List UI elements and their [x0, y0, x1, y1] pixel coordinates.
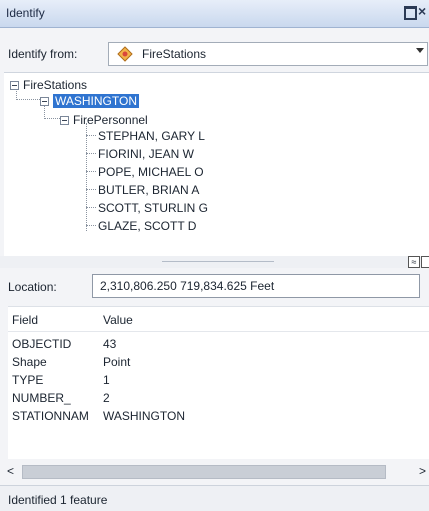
personnel-name: SCOTT, STURLIN G [98, 201, 209, 215]
collapse-panel-icon[interactable]: ≈ [408, 256, 420, 268]
related-table-label: FirePersonnel [73, 113, 148, 127]
layer-icon [117, 46, 133, 62]
identify-from-label: Identify from: [8, 47, 78, 61]
scroll-right-icon[interactable]: > [419, 464, 426, 478]
chevron-down-icon[interactable] [416, 48, 424, 53]
field-name: TYPE [12, 373, 44, 387]
personnel-item[interactable]: FIORINI, JEAN W [98, 147, 194, 161]
table-row[interactable]: STATIONNAM WASHINGTON [8, 407, 429, 425]
scroll-left-icon[interactable]: < [7, 464, 14, 478]
personnel-name: GLAZE, SCOTT D [98, 219, 197, 233]
window-title: Identify [6, 6, 45, 20]
personnel-name: POPE, MICHAEL O [98, 165, 204, 179]
identify-from-row: Identify from: FireStations [0, 40, 429, 68]
field-value: WASHINGTON [103, 409, 186, 423]
splitter[interactable]: ≈ [0, 256, 429, 268]
results-tree: FireStations WASHINGTON FirePersonnel ST… [4, 72, 429, 257]
tree-node-layer[interactable]: FireStations [10, 78, 87, 92]
field-value: 1 [103, 373, 110, 387]
table-row[interactable]: Shape Point [8, 353, 429, 371]
location-field[interactable]: 2,310,806.250 719,834.625 Feet [92, 274, 420, 298]
field-name: OBJECTID [12, 337, 72, 351]
identify-from-value: FireStations [142, 47, 207, 61]
title-bar: Identify × [0, 0, 429, 28]
field-value: 2 [103, 391, 110, 405]
field-name: STATIONNAM [12, 409, 89, 423]
collapse-icon[interactable] [10, 81, 19, 90]
collapse-icon[interactable] [40, 97, 49, 106]
table-row[interactable]: OBJECTID 43 [8, 335, 429, 353]
attribute-grid: Field Value OBJECTID 43 Shape Point TYPE… [8, 306, 429, 459]
panel-edge-icon[interactable] [421, 256, 429, 268]
splitter-grip[interactable] [162, 261, 274, 262]
personnel-name: STEPHAN, GARY L [98, 129, 205, 143]
column-header-value[interactable]: Value [103, 313, 133, 327]
close-icon[interactable]: × [418, 3, 426, 19]
identify-from-dropdown[interactable]: FireStations [108, 42, 428, 66]
tree-node-feature[interactable]: WASHINGTON [40, 94, 140, 108]
column-header-field[interactable]: Field [12, 313, 38, 327]
field-value: 43 [103, 337, 117, 351]
table-row[interactable]: TYPE 1 [8, 371, 429, 389]
personnel-name: BUTLER, BRIAN A [98, 183, 200, 197]
status-bar: Identified 1 feature [0, 485, 429, 511]
table-row[interactable]: NUMBER_ 2 [8, 389, 429, 407]
personnel-name: FIORINI, JEAN W [98, 147, 194, 161]
location-row: Location: 2,310,806.250 719,834.625 Feet [0, 272, 429, 300]
location-label: Location: [8, 280, 57, 294]
location-value: 2,310,806.250 719,834.625 Feet [100, 279, 275, 293]
personnel-item[interactable]: STEPHAN, GARY L [98, 129, 205, 143]
tree-layer-label: FireStations [23, 78, 88, 92]
personnel-item[interactable]: SCOTT, STURLIN G [98, 201, 208, 215]
personnel-item[interactable]: POPE, MICHAEL O [98, 165, 204, 179]
personnel-item[interactable]: GLAZE, SCOTT D [98, 219, 196, 233]
field-name: NUMBER_ [12, 391, 71, 405]
tree-node-related[interactable]: FirePersonnel [60, 113, 148, 127]
field-value: Point [103, 355, 131, 369]
scroll-thumb[interactable] [22, 465, 386, 479]
horizontal-scrollbar[interactable]: < > [0, 462, 429, 480]
maximize-icon[interactable] [404, 6, 417, 20]
collapse-icon[interactable] [60, 116, 69, 125]
selected-feature-label: WASHINGTON [53, 94, 140, 108]
personnel-item[interactable]: BUTLER, BRIAN A [98, 183, 199, 197]
field-name: Shape [12, 355, 47, 369]
status-text: Identified 1 feature [8, 493, 108, 507]
